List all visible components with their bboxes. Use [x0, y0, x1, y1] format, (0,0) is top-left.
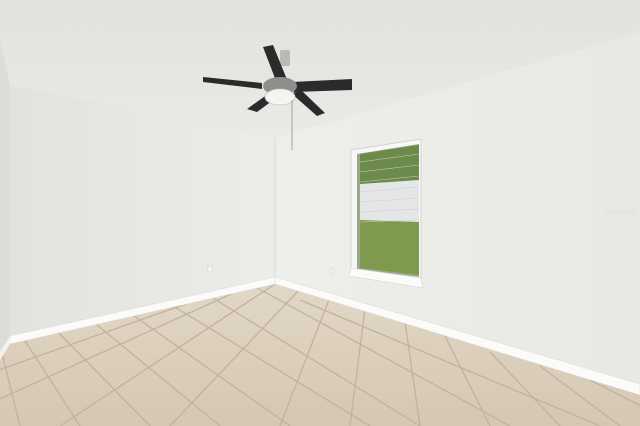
window-lawn — [360, 220, 419, 275]
electrical-outlet — [329, 267, 334, 275]
fan-downrod — [280, 50, 290, 66]
room-photo — [0, 0, 640, 426]
wall-mark — [606, 209, 636, 215]
room-scene — [0, 0, 640, 426]
window-with-blinds — [348, 138, 424, 289]
fan-light — [264, 88, 296, 106]
electrical-outlet — [207, 265, 213, 273]
